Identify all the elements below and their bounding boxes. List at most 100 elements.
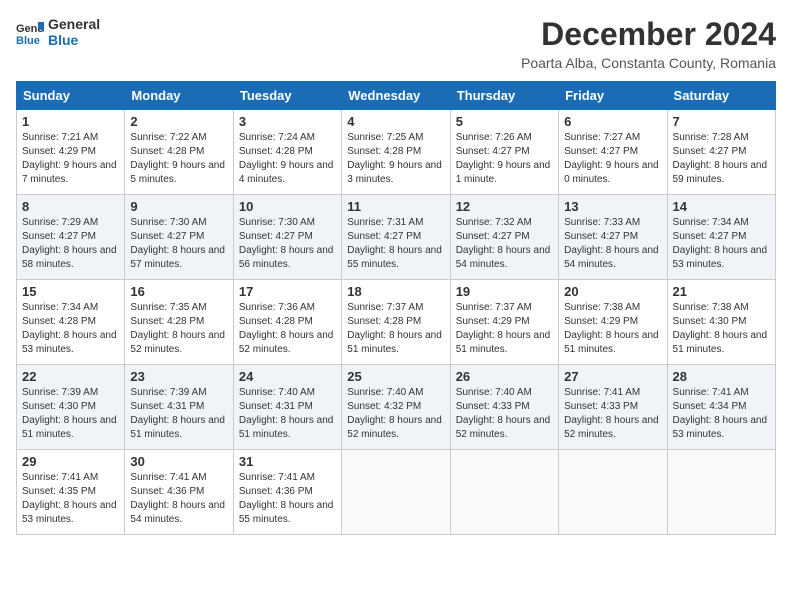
calendar-cell: 5 Sunrise: 7:26 AM Sunset: 4:27 PM Dayli… bbox=[450, 110, 558, 195]
day-number: 19 bbox=[456, 284, 553, 299]
month-title: December 2024 bbox=[521, 16, 776, 53]
day-number: 16 bbox=[130, 284, 227, 299]
day-detail: Sunrise: 7:35 AM Sunset: 4:28 PM Dayligh… bbox=[130, 301, 227, 357]
day-number: 27 bbox=[564, 369, 661, 384]
day-detail: Sunrise: 7:39 AM Sunset: 4:31 PM Dayligh… bbox=[130, 386, 227, 442]
header-wednesday: Wednesday bbox=[342, 82, 450, 110]
day-number: 29 bbox=[22, 454, 119, 469]
calendar-cell: 26 Sunrise: 7:40 AM Sunset: 4:33 PM Dayl… bbox=[450, 365, 558, 450]
calendar-cell: 17 Sunrise: 7:36 AM Sunset: 4:28 PM Dayl… bbox=[233, 280, 341, 365]
calendar-header-row: SundayMondayTuesdayWednesdayThursdayFrid… bbox=[17, 82, 776, 110]
day-number: 2 bbox=[130, 114, 227, 129]
calendar-week-row: 22 Sunrise: 7:39 AM Sunset: 4:30 PM Dayl… bbox=[17, 365, 776, 450]
day-detail: Sunrise: 7:33 AM Sunset: 4:27 PM Dayligh… bbox=[564, 216, 661, 272]
day-detail: Sunrise: 7:29 AM Sunset: 4:27 PM Dayligh… bbox=[22, 216, 119, 272]
day-detail: Sunrise: 7:41 AM Sunset: 4:36 PM Dayligh… bbox=[239, 471, 336, 527]
day-number: 18 bbox=[347, 284, 444, 299]
day-number: 21 bbox=[673, 284, 770, 299]
calendar-cell: 24 Sunrise: 7:40 AM Sunset: 4:31 PM Dayl… bbox=[233, 365, 341, 450]
day-number: 14 bbox=[673, 199, 770, 214]
logo-line2: Blue bbox=[48, 32, 100, 48]
calendar-cell: 9 Sunrise: 7:30 AM Sunset: 4:27 PM Dayli… bbox=[125, 195, 233, 280]
calendar-cell: 4 Sunrise: 7:25 AM Sunset: 4:28 PM Dayli… bbox=[342, 110, 450, 195]
day-detail: Sunrise: 7:30 AM Sunset: 4:27 PM Dayligh… bbox=[130, 216, 227, 272]
day-detail: Sunrise: 7:26 AM Sunset: 4:27 PM Dayligh… bbox=[456, 131, 553, 187]
day-detail: Sunrise: 7:25 AM Sunset: 4:28 PM Dayligh… bbox=[347, 131, 444, 187]
day-detail: Sunrise: 7:41 AM Sunset: 4:34 PM Dayligh… bbox=[673, 386, 770, 442]
day-number: 1 bbox=[22, 114, 119, 129]
header-sunday: Sunday bbox=[17, 82, 125, 110]
header-saturday: Saturday bbox=[667, 82, 775, 110]
location: Poarta Alba, Constanta County, Romania bbox=[521, 55, 776, 71]
day-detail: Sunrise: 7:37 AM Sunset: 4:28 PM Dayligh… bbox=[347, 301, 444, 357]
day-number: 10 bbox=[239, 199, 336, 214]
day-number: 26 bbox=[456, 369, 553, 384]
calendar-cell: 27 Sunrise: 7:41 AM Sunset: 4:33 PM Dayl… bbox=[559, 365, 667, 450]
title-block: December 2024 Poarta Alba, Constanta Cou… bbox=[521, 16, 776, 71]
calendar-cell: 7 Sunrise: 7:28 AM Sunset: 4:27 PM Dayli… bbox=[667, 110, 775, 195]
day-number: 23 bbox=[130, 369, 227, 384]
calendar-cell: 18 Sunrise: 7:37 AM Sunset: 4:28 PM Dayl… bbox=[342, 280, 450, 365]
day-number: 6 bbox=[564, 114, 661, 129]
day-number: 4 bbox=[347, 114, 444, 129]
calendar-week-row: 29 Sunrise: 7:41 AM Sunset: 4:35 PM Dayl… bbox=[17, 450, 776, 535]
day-number: 25 bbox=[347, 369, 444, 384]
calendar-cell: 14 Sunrise: 7:34 AM Sunset: 4:27 PM Dayl… bbox=[667, 195, 775, 280]
day-number: 8 bbox=[22, 199, 119, 214]
svg-text:Blue: Blue bbox=[16, 35, 40, 46]
day-number: 3 bbox=[239, 114, 336, 129]
day-number: 28 bbox=[673, 369, 770, 384]
calendar-cell: 29 Sunrise: 7:41 AM Sunset: 4:35 PM Dayl… bbox=[17, 450, 125, 535]
calendar-cell: 20 Sunrise: 7:38 AM Sunset: 4:29 PM Dayl… bbox=[559, 280, 667, 365]
day-detail: Sunrise: 7:31 AM Sunset: 4:27 PM Dayligh… bbox=[347, 216, 444, 272]
logo-line1: General bbox=[48, 16, 100, 32]
logo: General Blue General Blue bbox=[16, 16, 100, 48]
calendar-cell: 2 Sunrise: 7:22 AM Sunset: 4:28 PM Dayli… bbox=[125, 110, 233, 195]
day-number: 7 bbox=[673, 114, 770, 129]
calendar-cell bbox=[559, 450, 667, 535]
day-detail: Sunrise: 7:41 AM Sunset: 4:35 PM Dayligh… bbox=[22, 471, 119, 527]
calendar-cell bbox=[450, 450, 558, 535]
day-number: 22 bbox=[22, 369, 119, 384]
header-friday: Friday bbox=[559, 82, 667, 110]
day-number: 24 bbox=[239, 369, 336, 384]
day-detail: Sunrise: 7:40 AM Sunset: 4:32 PM Dayligh… bbox=[347, 386, 444, 442]
day-detail: Sunrise: 7:30 AM Sunset: 4:27 PM Dayligh… bbox=[239, 216, 336, 272]
header-monday: Monday bbox=[125, 82, 233, 110]
calendar-cell: 16 Sunrise: 7:35 AM Sunset: 4:28 PM Dayl… bbox=[125, 280, 233, 365]
calendar-cell bbox=[667, 450, 775, 535]
day-detail: Sunrise: 7:27 AM Sunset: 4:27 PM Dayligh… bbox=[564, 131, 661, 187]
day-detail: Sunrise: 7:40 AM Sunset: 4:31 PM Dayligh… bbox=[239, 386, 336, 442]
day-number: 20 bbox=[564, 284, 661, 299]
day-detail: Sunrise: 7:22 AM Sunset: 4:28 PM Dayligh… bbox=[130, 131, 227, 187]
calendar-cell bbox=[342, 450, 450, 535]
day-detail: Sunrise: 7:34 AM Sunset: 4:27 PM Dayligh… bbox=[673, 216, 770, 272]
day-detail: Sunrise: 7:39 AM Sunset: 4:30 PM Dayligh… bbox=[22, 386, 119, 442]
day-number: 12 bbox=[456, 199, 553, 214]
day-detail: Sunrise: 7:41 AM Sunset: 4:36 PM Dayligh… bbox=[130, 471, 227, 527]
calendar-week-row: 1 Sunrise: 7:21 AM Sunset: 4:29 PM Dayli… bbox=[17, 110, 776, 195]
logo-icon: General Blue bbox=[16, 18, 44, 46]
day-number: 17 bbox=[239, 284, 336, 299]
day-detail: Sunrise: 7:34 AM Sunset: 4:28 PM Dayligh… bbox=[22, 301, 119, 357]
calendar-cell: 19 Sunrise: 7:37 AM Sunset: 4:29 PM Dayl… bbox=[450, 280, 558, 365]
day-detail: Sunrise: 7:21 AM Sunset: 4:29 PM Dayligh… bbox=[22, 131, 119, 187]
day-detail: Sunrise: 7:28 AM Sunset: 4:27 PM Dayligh… bbox=[673, 131, 770, 187]
calendar-cell: 21 Sunrise: 7:38 AM Sunset: 4:30 PM Dayl… bbox=[667, 280, 775, 365]
day-detail: Sunrise: 7:37 AM Sunset: 4:29 PM Dayligh… bbox=[456, 301, 553, 357]
day-detail: Sunrise: 7:36 AM Sunset: 4:28 PM Dayligh… bbox=[239, 301, 336, 357]
calendar-cell: 23 Sunrise: 7:39 AM Sunset: 4:31 PM Dayl… bbox=[125, 365, 233, 450]
calendar-cell: 15 Sunrise: 7:34 AM Sunset: 4:28 PM Dayl… bbox=[17, 280, 125, 365]
calendar-cell: 1 Sunrise: 7:21 AM Sunset: 4:29 PM Dayli… bbox=[17, 110, 125, 195]
day-number: 13 bbox=[564, 199, 661, 214]
calendar-cell: 30 Sunrise: 7:41 AM Sunset: 4:36 PM Dayl… bbox=[125, 450, 233, 535]
day-detail: Sunrise: 7:24 AM Sunset: 4:28 PM Dayligh… bbox=[239, 131, 336, 187]
calendar-cell: 6 Sunrise: 7:27 AM Sunset: 4:27 PM Dayli… bbox=[559, 110, 667, 195]
calendar-cell: 11 Sunrise: 7:31 AM Sunset: 4:27 PM Dayl… bbox=[342, 195, 450, 280]
calendar-week-row: 15 Sunrise: 7:34 AM Sunset: 4:28 PM Dayl… bbox=[17, 280, 776, 365]
header-thursday: Thursday bbox=[450, 82, 558, 110]
calendar-cell: 22 Sunrise: 7:39 AM Sunset: 4:30 PM Dayl… bbox=[17, 365, 125, 450]
day-detail: Sunrise: 7:41 AM Sunset: 4:33 PM Dayligh… bbox=[564, 386, 661, 442]
day-number: 9 bbox=[130, 199, 227, 214]
day-detail: Sunrise: 7:40 AM Sunset: 4:33 PM Dayligh… bbox=[456, 386, 553, 442]
